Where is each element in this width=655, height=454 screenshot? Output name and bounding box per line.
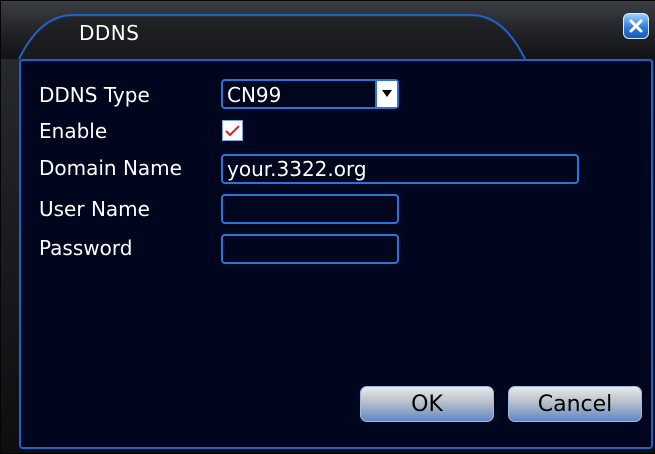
window-title: DDNS (79, 21, 140, 45)
ok-button[interactable]: OK (360, 386, 494, 422)
title-bar: DDNS (1, 1, 655, 59)
close-icon (629, 19, 643, 33)
chevron-down-icon[interactable] (375, 81, 397, 107)
password-field[interactable] (221, 234, 399, 264)
close-button[interactable] (623, 13, 649, 39)
enable-checkbox[interactable] (222, 120, 243, 141)
cancel-button[interactable]: Cancel (508, 386, 642, 422)
user-name-label: User Name (39, 197, 150, 221)
ddns-type-label: DDNS Type (39, 83, 150, 107)
domain-name-field[interactable]: your.3322.org (221, 154, 579, 184)
checkmark-icon (225, 125, 240, 137)
ddns-type-value: CN99 (227, 83, 282, 107)
enable-label: Enable (39, 119, 108, 143)
ddns-dialog: DDNS DDNS Type CN99 Enable Domain Name y… (0, 0, 655, 454)
ddns-type-select[interactable]: CN99 (221, 79, 399, 109)
user-name-field[interactable] (221, 194, 399, 224)
password-label: Password (39, 236, 133, 260)
domain-name-label: Domain Name (39, 156, 182, 180)
